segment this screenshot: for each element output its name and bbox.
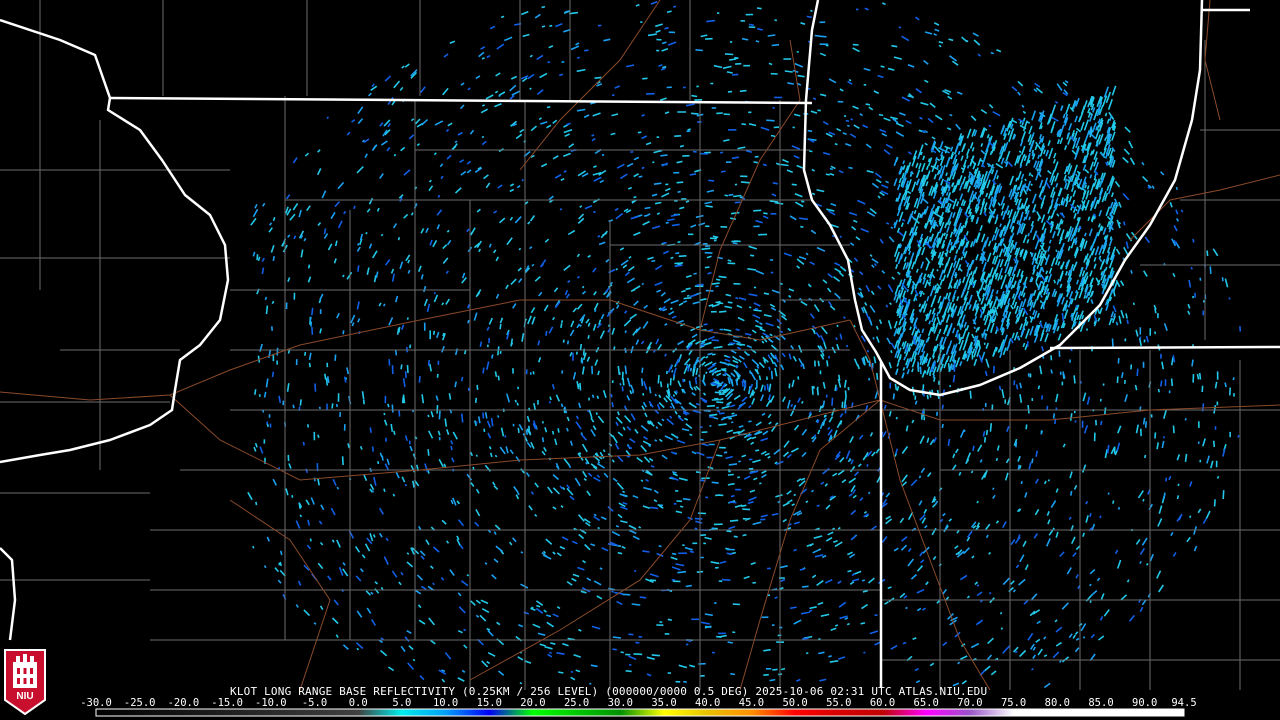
scale-label: 75.0 bbox=[1000, 697, 1027, 709]
scale-label: -30.0 bbox=[80, 697, 112, 709]
scale-label: 15.0 bbox=[476, 697, 502, 709]
scale-label: 30.0 bbox=[607, 697, 633, 709]
scale-label: 45.0 bbox=[738, 697, 765, 709]
scale-label: 70.0 bbox=[957, 697, 983, 709]
scale-label: 0.0 bbox=[348, 697, 368, 709]
scale-label: 65.0 bbox=[913, 697, 939, 709]
scale-label: 5.0 bbox=[392, 697, 412, 709]
color-scale-gradient bbox=[95, 708, 1185, 717]
radar-map bbox=[0, 0, 1280, 720]
scale-label: -20.0 bbox=[167, 697, 200, 709]
scale-label: 60.0 bbox=[869, 697, 896, 709]
scale-label: 40.0 bbox=[695, 697, 721, 709]
scale-label: 10.0 bbox=[432, 697, 459, 709]
scale-label: -5.0 bbox=[301, 697, 328, 709]
scale-label: -10.0 bbox=[254, 697, 287, 709]
scale-label: 35.0 bbox=[651, 697, 677, 709]
scale-label: 85.0 bbox=[1088, 697, 1114, 709]
scale-label: 90.0 bbox=[1132, 697, 1158, 709]
scale-label: 55.0 bbox=[826, 697, 852, 709]
scale-label: 94.5 bbox=[1171, 697, 1197, 709]
scale-label: -15.0 bbox=[211, 697, 243, 709]
scale-label: 80.0 bbox=[1044, 697, 1070, 709]
scale-label: 20.0 bbox=[520, 697, 546, 709]
color-scale-bar bbox=[95, 708, 1185, 717]
color-scale-labels: -30.0 -25.0 -20.0 -15.0 -10.0 -5.0 0.0 5.0 10.0 1… bbox=[0, 697, 1280, 709]
scale-label: 50.0 bbox=[782, 697, 808, 709]
scale-label: -25.0 bbox=[123, 697, 156, 709]
niu-logo: NIU bbox=[4, 649, 46, 716]
scale-label: 25.0 bbox=[563, 697, 590, 709]
niu-logo-text: NIU bbox=[16, 691, 33, 702]
